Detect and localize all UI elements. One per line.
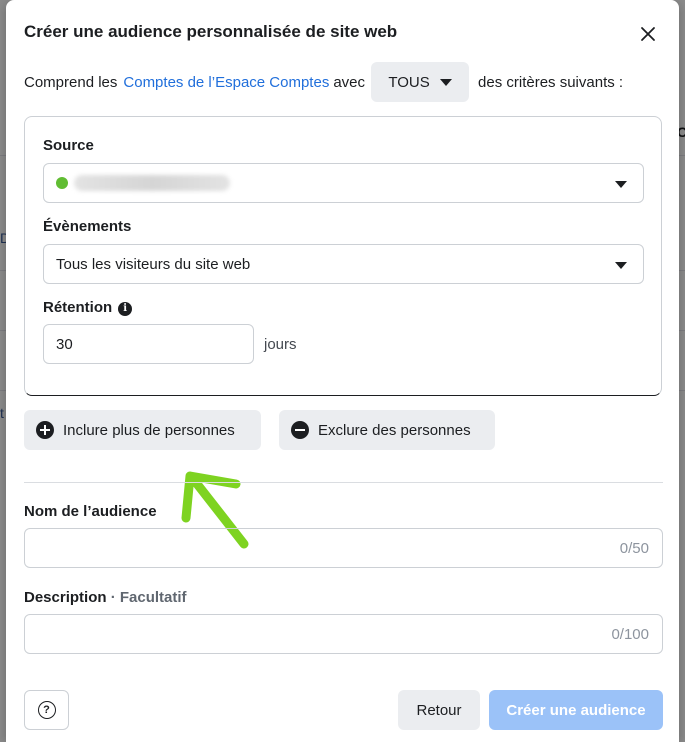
- source-status-dot: [56, 177, 68, 189]
- audience-criteria-intro: Comprend les Comptes de l’Espace Comptes…: [24, 62, 664, 102]
- retention-input[interactable]: [43, 324, 254, 364]
- source-dropdown[interactable]: [43, 163, 644, 203]
- match-mode-dropdown[interactable]: TOUS: [371, 62, 470, 102]
- retention-label-row: Rétention i: [43, 299, 133, 316]
- caret-down-icon: [439, 78, 452, 86]
- intro-prefix: Comprend les: [24, 73, 118, 91]
- close-icon: [641, 27, 655, 41]
- plus-circle-icon: [36, 421, 54, 439]
- audience-name-input[interactable]: [25, 529, 609, 567]
- retention-unit: jours: [264, 336, 297, 353]
- audience-name-counter: 0/50: [619, 540, 649, 557]
- help-button[interactable]: ?: [24, 690, 69, 730]
- match-mode-value: TOUS: [388, 73, 430, 91]
- include-more-people-button[interactable]: Inclure plus de personnes: [24, 410, 261, 450]
- create-audience-button[interactable]: Créer une audience: [489, 690, 663, 730]
- minus-circle-icon: [291, 421, 309, 439]
- audience-name-label: Nom de l’audience: [24, 503, 157, 520]
- info-icon[interactable]: i: [118, 301, 133, 316]
- events-dropdown[interactable]: Tous les visiteurs du site web: [43, 244, 644, 284]
- events-label: Évènements: [43, 218, 132, 235]
- description-field[interactable]: 0/100: [24, 614, 663, 654]
- description-input[interactable]: [25, 615, 609, 653]
- exclude-button-label: Exclure des personnes: [318, 421, 471, 439]
- source-name-redacted: [74, 175, 230, 191]
- dialog-title: Créer une audience personnalisée de site…: [24, 22, 398, 41]
- section-divider: [24, 482, 663, 483]
- description-optional-label: Facultatif: [119, 589, 187, 606]
- caret-down-icon: [615, 262, 627, 269]
- include-button-label: Inclure plus de personnes: [63, 421, 235, 439]
- caret-down-icon: [615, 181, 627, 188]
- events-value: Tous les visiteurs du site web: [56, 255, 251, 273]
- audience-rule-card: Source Évènements Tous les visiteurs du …: [24, 116, 662, 396]
- description-label: Description: [24, 589, 107, 606]
- intro-middle: avec: [333, 73, 366, 91]
- exclude-people-button[interactable]: Exclure des personnes: [279, 410, 495, 450]
- intro-suffix: des critères suivants :: [478, 73, 624, 91]
- description-counter: 0/100: [611, 626, 649, 643]
- question-circle-icon: ?: [37, 701, 56, 719]
- back-button[interactable]: Retour: [398, 690, 480, 730]
- close-button[interactable]: [636, 22, 660, 46]
- audience-name-field[interactable]: 0/50: [24, 528, 663, 568]
- create-website-audience-dialog: Créer une audience personnalisée de site…: [6, 0, 679, 742]
- description-label-row: Description · Facultatif: [24, 589, 187, 606]
- source-label: Source: [43, 137, 94, 154]
- retention-label: Rétention: [43, 299, 113, 316]
- accounts-center-link[interactable]: Comptes de l’Espace Comptes: [123, 74, 329, 91]
